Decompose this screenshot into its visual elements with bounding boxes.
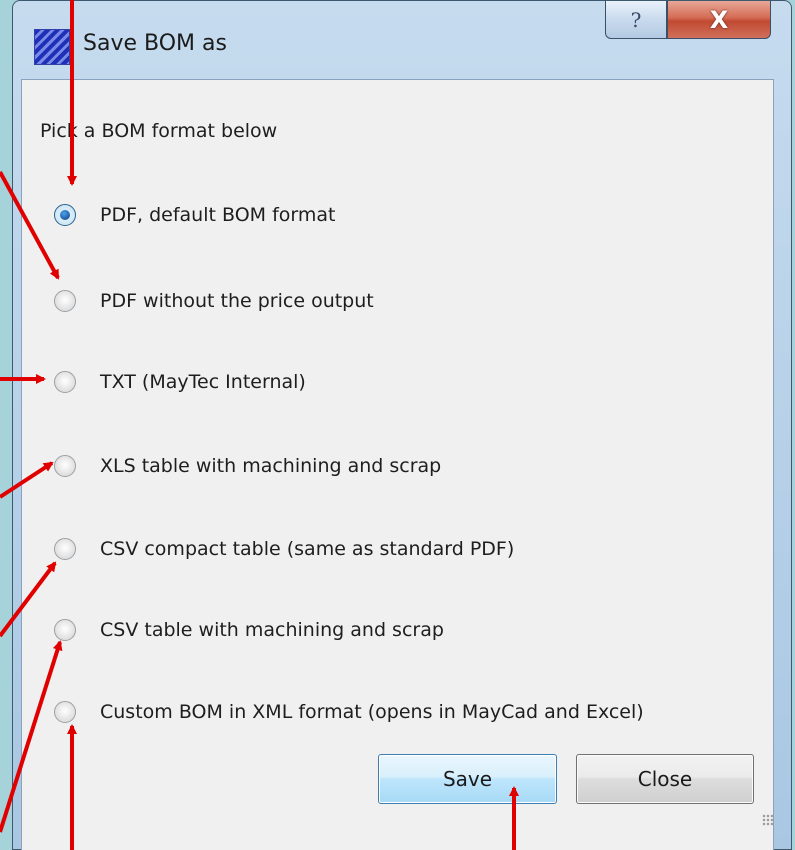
app-icon (34, 29, 70, 65)
option-csv-compact[interactable]: CSV compact table (same as standard PDF) (54, 531, 514, 567)
option-label[interactable]: PDF without the price output (100, 290, 374, 312)
radio-button[interactable] (54, 204, 76, 226)
option-xml-custom[interactable]: Custom BOM in XML format (opens in MayCa… (54, 694, 644, 730)
radio-button[interactable] (54, 371, 76, 393)
radio-button[interactable] (54, 701, 76, 723)
option-pdf-no-price[interactable]: PDF without the price output (54, 283, 374, 319)
option-xls[interactable]: XLS table with machining and scrap (54, 448, 441, 484)
option-label[interactable]: CSV compact table (same as standard PDF) (100, 538, 514, 560)
radio-button[interactable] (54, 619, 76, 641)
option-label[interactable]: XLS table with machining and scrap (100, 455, 441, 477)
option-pdf-default[interactable]: PDF, default BOM format (54, 197, 335, 233)
close-button[interactable]: Close (576, 754, 754, 804)
help-button[interactable]: ? (605, 1, 667, 39)
radio-button[interactable] (54, 455, 76, 477)
window-close-button[interactable]: X (667, 1, 771, 39)
save-button[interactable]: Save (378, 754, 557, 804)
option-label[interactable]: TXT (MayTec Internal) (100, 371, 306, 393)
option-label[interactable]: Custom BOM in XML format (opens in MayCa… (100, 701, 644, 723)
option-label[interactable]: CSV table with machining and scrap (100, 619, 444, 641)
help-icon: ? (630, 7, 642, 32)
radio-button[interactable] (54, 538, 76, 560)
radio-button[interactable] (54, 290, 76, 312)
option-label[interactable]: PDF, default BOM format (100, 204, 335, 226)
close-icon: X (709, 5, 729, 34)
option-csv-machining[interactable]: CSV table with machining and scrap (54, 612, 444, 648)
resize-grip[interactable] (762, 814, 774, 826)
window-title: Save BOM as (83, 31, 227, 56)
option-txt[interactable]: TXT (MayTec Internal) (54, 364, 306, 400)
format-prompt: Pick a BOM format below (40, 120, 278, 142)
